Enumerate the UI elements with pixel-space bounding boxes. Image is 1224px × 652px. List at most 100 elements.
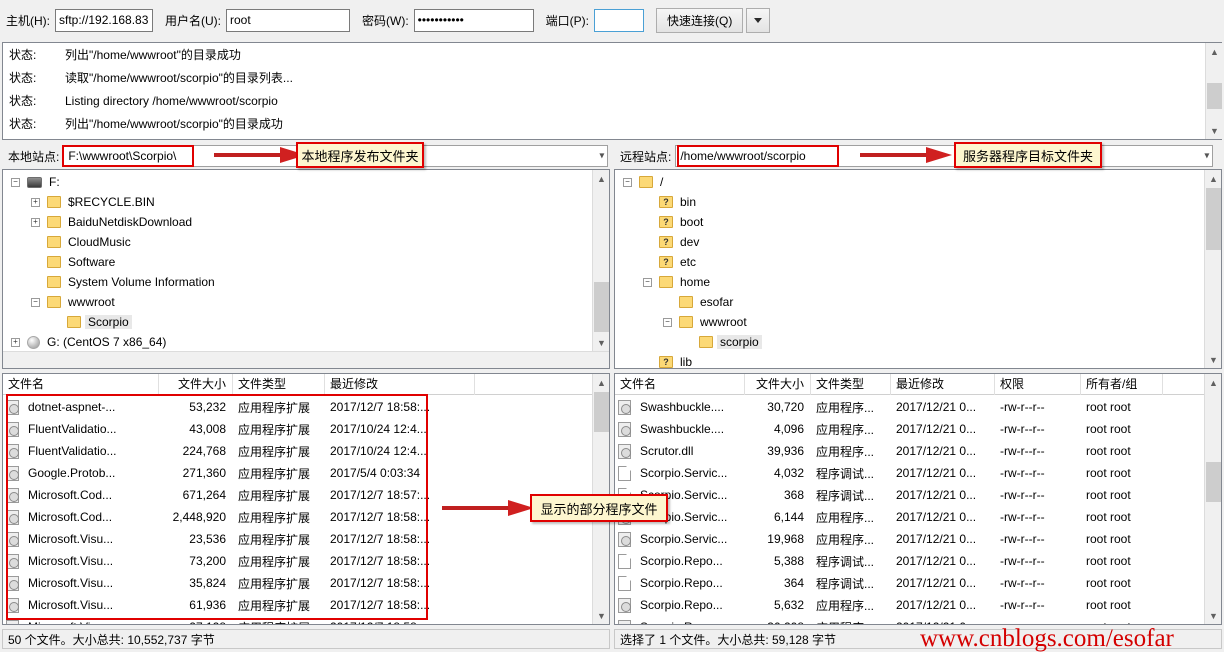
- tree-item[interactable]: +G: (CentOS 7 x86_64): [3, 332, 593, 352]
- local-tree-hscrollbar[interactable]: [3, 351, 609, 368]
- folder-unknown-icon: ?: [659, 216, 673, 228]
- port-input[interactable]: [594, 9, 644, 32]
- table-row[interactable]: Scorpio.Servic...368程序调试...2017/12/21 0.…: [615, 484, 1205, 506]
- dll-icon: [618, 400, 631, 415]
- cell-filetype: 程序调试...: [811, 575, 891, 592]
- remote-file-list[interactable]: 文件名 文件大小 文件类型 最近修改 权限 所有者/组 Swashbuckle.…: [614, 373, 1222, 625]
- column-header-permissions[interactable]: 权限: [995, 374, 1081, 395]
- table-row[interactable]: Microsoft.Visu...23,536应用程序扩展2017/12/7 1…: [3, 528, 593, 550]
- scroll-up-icon[interactable]: ▲: [593, 170, 610, 187]
- expand-icon[interactable]: +: [31, 218, 40, 227]
- tree-item[interactable]: ?bin: [615, 192, 1205, 212]
- tree-item[interactable]: −home: [615, 272, 1205, 292]
- scroll-up-icon[interactable]: ▲: [593, 374, 610, 391]
- scroll-down-icon[interactable]: ▼: [593, 334, 610, 351]
- local-tree-vscrollbar[interactable]: ▲ ▼: [592, 170, 609, 351]
- remote-file-list-vscrollbar[interactable]: ▲ ▼: [1204, 374, 1221, 624]
- tree-item[interactable]: +BaiduNetdiskDownload: [3, 212, 593, 232]
- tree-item[interactable]: −/: [615, 172, 1205, 192]
- tree-item[interactable]: scorpio: [615, 332, 1205, 352]
- scrollbar-thumb[interactable]: [1207, 83, 1222, 109]
- remote-tree-vscrollbar[interactable]: ▲ ▼: [1204, 170, 1221, 368]
- username-label: 用户名(U):: [165, 12, 221, 29]
- column-header-filetype[interactable]: 文件类型: [233, 374, 325, 395]
- host-input[interactable]: [55, 9, 153, 32]
- cell-filetype: 应用程序扩展: [233, 465, 325, 482]
- collapse-icon[interactable]: −: [11, 178, 20, 187]
- collapse-icon[interactable]: −: [643, 278, 652, 287]
- table-row[interactable]: Google.Protob...271,360应用程序扩展2017/5/4 0:…: [3, 462, 593, 484]
- table-row[interactable]: Scorpio.Repo...30,208应用程序...2017/12/21 0…: [615, 616, 1205, 625]
- tree-item[interactable]: ?boot: [615, 212, 1205, 232]
- collapse-icon[interactable]: −: [663, 318, 672, 327]
- tree-item[interactable]: −F:: [3, 172, 593, 192]
- tree-item[interactable]: System Volume Information: [3, 272, 593, 292]
- tree-item[interactable]: −wwwroot: [615, 312, 1205, 332]
- expand-icon[interactable]: +: [11, 338, 20, 347]
- column-header-filetype[interactable]: 文件类型: [811, 374, 891, 395]
- scrollbar-thumb[interactable]: [594, 392, 609, 432]
- table-row[interactable]: Scorpio.Servic...19,968应用程序...2017/12/21…: [615, 528, 1205, 550]
- chevron-down-icon[interactable]: ▾: [599, 151, 604, 162]
- tree-item[interactable]: esofar: [615, 292, 1205, 312]
- cell-modified: 2017/12/7 18:58:...: [325, 598, 475, 612]
- table-row[interactable]: Microsoft.Visu...61,936应用程序扩展2017/12/7 1…: [3, 594, 593, 616]
- expand-icon[interactable]: +: [31, 198, 40, 207]
- table-row[interactable]: Scorpio.Servic...6,144应用程序...2017/12/21 …: [615, 506, 1205, 528]
- table-row[interactable]: Microsoft.Visu...73,200应用程序扩展2017/12/7 1…: [3, 550, 593, 572]
- table-row[interactable]: Scorpio.Repo...5,632应用程序...2017/12/21 0.…: [615, 594, 1205, 616]
- cell-modified: 2017/12/21 0...: [891, 466, 995, 480]
- collapse-icon[interactable]: −: [623, 178, 632, 187]
- quick-connect-button[interactable]: 快速连接(Q): [656, 8, 743, 33]
- table-row[interactable]: dotnet-aspnet-...53,232应用程序扩展2017/12/7 1…: [3, 396, 593, 418]
- column-header-filesize[interactable]: 文件大小: [159, 374, 233, 395]
- table-row[interactable]: Scrutor.dll39,936应用程序...2017/12/21 0...-…: [615, 440, 1205, 462]
- column-header-modified[interactable]: 最近修改: [891, 374, 995, 395]
- dll-icon: [6, 488, 19, 503]
- scroll-down-icon[interactable]: ▼: [593, 607, 610, 624]
- scroll-down-icon[interactable]: ▼: [1205, 351, 1222, 368]
- tree-item[interactable]: −wwwroot: [3, 292, 593, 312]
- tree-item[interactable]: + $RECYCLE.BIN: [3, 192, 593, 212]
- tree-item-label: $RECYCLE.BIN: [65, 195, 158, 209]
- table-row[interactable]: FluentValidatio...43,008应用程序扩展2017/10/24…: [3, 418, 593, 440]
- table-row[interactable]: Scorpio.Repo...5,388程序调试...2017/12/21 0.…: [615, 550, 1205, 572]
- tree-item[interactable]: ?etc: [615, 252, 1205, 272]
- column-header-filename[interactable]: 文件名: [3, 374, 159, 395]
- collapse-icon[interactable]: −: [31, 298, 40, 307]
- chevron-down-icon[interactable]: ▾: [1204, 151, 1209, 162]
- message-log-scrollbar[interactable]: ▲ ▼: [1205, 43, 1222, 139]
- scrollbar-thumb[interactable]: [594, 282, 609, 332]
- table-row[interactable]: Swashbuckle....4,096应用程序...2017/12/21 0.…: [615, 418, 1205, 440]
- column-header-modified[interactable]: 最近修改: [325, 374, 475, 395]
- password-input[interactable]: [414, 9, 534, 32]
- scroll-up-icon[interactable]: ▲: [1206, 43, 1223, 60]
- table-row[interactable]: Microsoft.Visu...27,128应用程序扩展2017/12/7 1…: [3, 616, 593, 625]
- cell-filesize: 53,232: [159, 400, 233, 414]
- cell-filesize: 271,360: [159, 466, 233, 480]
- tree-item[interactable]: ?dev: [615, 232, 1205, 252]
- tree-item[interactable]: Software: [3, 252, 593, 272]
- column-header-filesize[interactable]: 文件大小: [745, 374, 811, 395]
- scroll-down-icon[interactable]: ▼: [1205, 607, 1222, 624]
- local-directory-tree[interactable]: −F: + $RECYCLE.BIN +BaiduNetdiskDownloadClo…: [2, 169, 610, 369]
- column-header-filename[interactable]: 文件名: [615, 374, 745, 395]
- table-row[interactable]: Swashbuckle....30,720应用程序...2017/12/21 0…: [615, 396, 1205, 418]
- column-header-owner-group[interactable]: 所有者/组: [1081, 374, 1163, 395]
- username-input[interactable]: [226, 9, 350, 32]
- table-row[interactable]: Scorpio.Repo...364程序调试...2017/12/21 0...…: [615, 572, 1205, 594]
- table-row[interactable]: FluentValidatio...224,768应用程序扩展2017/10/2…: [3, 440, 593, 462]
- scroll-up-icon[interactable]: ▲: [1205, 374, 1222, 391]
- folder-icon: [47, 236, 61, 248]
- tree-item[interactable]: CloudMusic: [3, 232, 593, 252]
- remote-directory-tree[interactable]: −/?bin?boot?dev?etc−homeesofar−wwwrootsc…: [614, 169, 1222, 369]
- table-row[interactable]: Scorpio.Servic...4,032程序调试...2017/12/21 …: [615, 462, 1205, 484]
- scrollbar-thumb[interactable]: [1206, 462, 1221, 502]
- tree-item[interactable]: ?lib: [615, 352, 1205, 369]
- scroll-down-icon[interactable]: ▼: [1206, 122, 1223, 139]
- tree-item[interactable]: Scorpio: [3, 312, 593, 332]
- scrollbar-thumb[interactable]: [1206, 188, 1221, 250]
- scroll-up-icon[interactable]: ▲: [1205, 170, 1222, 187]
- table-row[interactable]: Microsoft.Visu...35,824应用程序扩展2017/12/7 1…: [3, 572, 593, 594]
- quick-connect-dropdown-button[interactable]: [746, 8, 770, 33]
